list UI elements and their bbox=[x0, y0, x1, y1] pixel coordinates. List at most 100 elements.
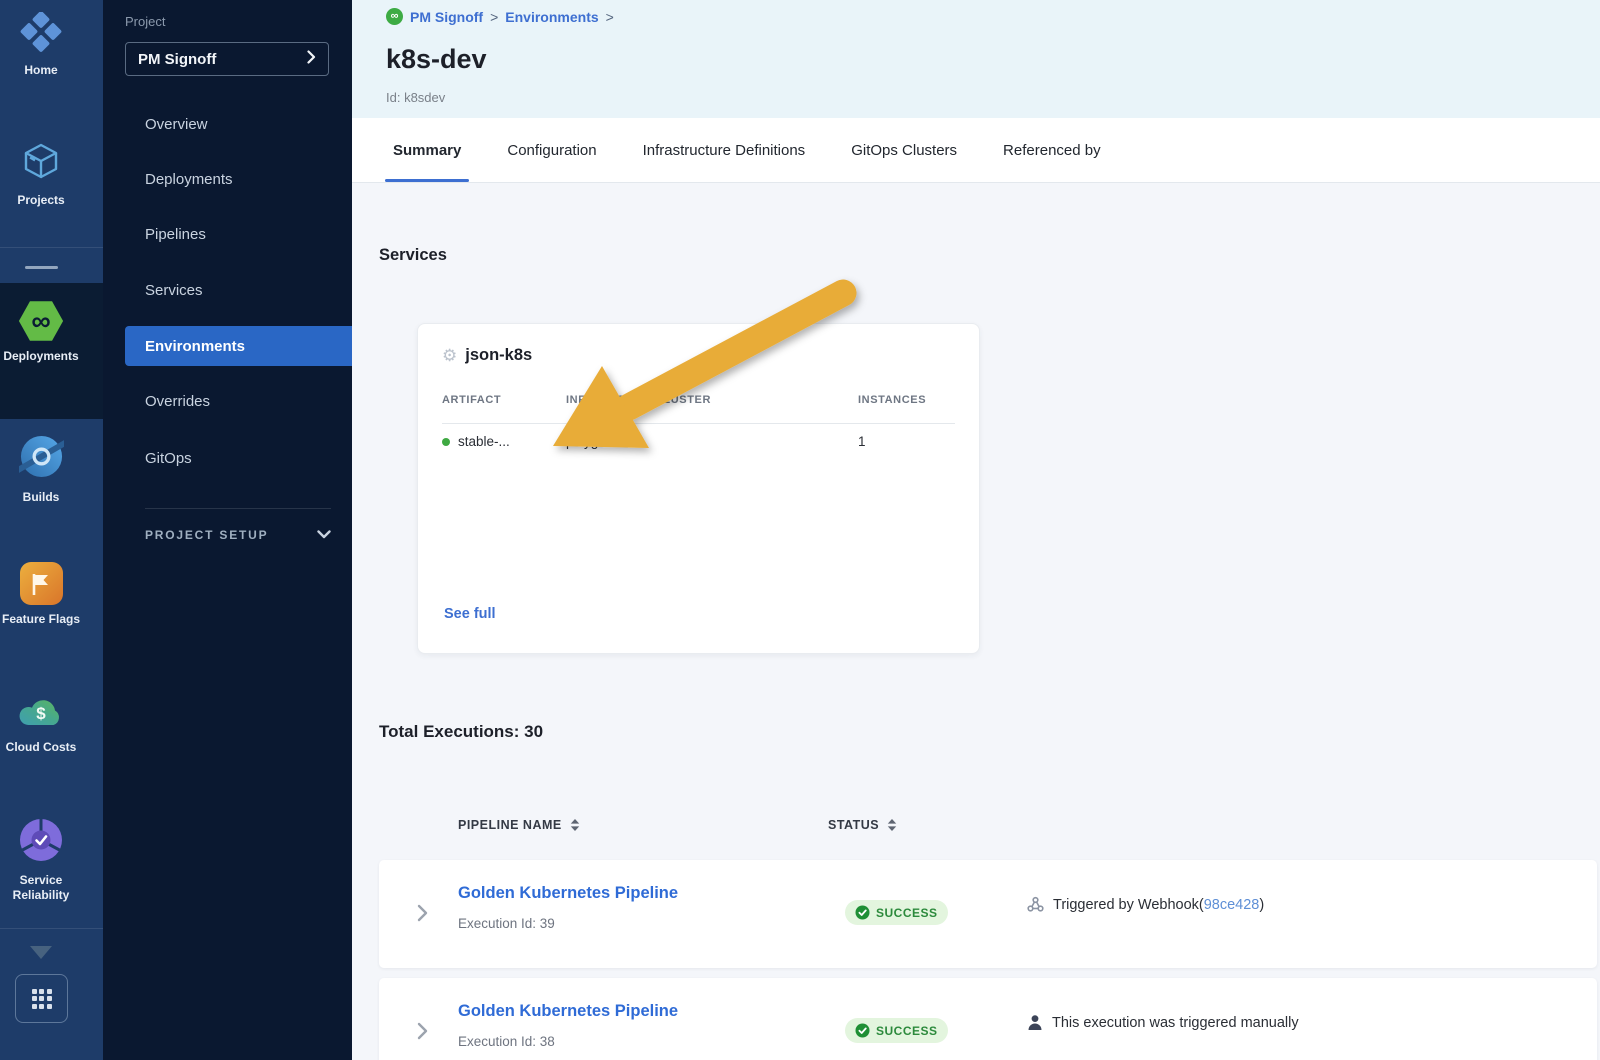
column-artifact: ARTIFACT bbox=[442, 394, 566, 406]
module-rail: Home Projects ∞ Deployments bbox=[0, 0, 103, 1060]
project-setup-toggle[interactable]: PROJECT SETUP bbox=[145, 528, 331, 542]
page-header: ∞ PM Signoff > Environments > k8s-dev Id… bbox=[352, 0, 1600, 118]
project-label: Project bbox=[125, 14, 165, 29]
column-cluster: INFRA/GITOPS CLUSTER bbox=[566, 394, 858, 406]
rail-item-home[interactable]: Home bbox=[0, 12, 82, 78]
trigger-id-link[interactable]: 98ce428 bbox=[1204, 897, 1260, 913]
nav-item-deployments[interactable]: Deployments bbox=[103, 159, 352, 199]
artifact-value: stable-... bbox=[458, 434, 510, 449]
column-instances: INSTANCES bbox=[858, 394, 955, 406]
rail-item-projects[interactable]: Projects bbox=[0, 140, 82, 208]
cluster-value: playground bbox=[566, 434, 858, 449]
tab-summary[interactable]: Summary bbox=[385, 118, 469, 182]
breadcrumb-project[interactable]: PM Signoff bbox=[410, 9, 483, 25]
status-badge: SUCCESS bbox=[845, 900, 948, 925]
ci-icon bbox=[19, 434, 64, 483]
pipeline-name-link[interactable]: Golden Kubernetes Pipeline bbox=[458, 1002, 678, 1021]
person-icon bbox=[1027, 1014, 1043, 1031]
status-badge: SUCCESS bbox=[845, 1018, 948, 1043]
rail-label: Cloud Costs bbox=[6, 740, 77, 755]
nav-item-overview[interactable]: Overview bbox=[103, 104, 352, 144]
breadcrumb: ∞ PM Signoff > Environments > bbox=[386, 8, 614, 25]
services-heading: Services bbox=[379, 246, 447, 265]
tab-configuration[interactable]: Configuration bbox=[499, 118, 604, 182]
nav-item-services[interactable]: Services bbox=[103, 270, 352, 310]
rail-item-service-reliability[interactable]: Service Reliability bbox=[0, 818, 82, 903]
expand-chevron-icon[interactable] bbox=[417, 904, 428, 927]
webhook-icon bbox=[1027, 896, 1044, 913]
trigger-text: Triggered by Webhook(98ce428) bbox=[1053, 897, 1264, 913]
status-text: SUCCESS bbox=[876, 1024, 938, 1038]
rail-collapse-handle[interactable] bbox=[25, 266, 58, 269]
chevron-down-icon[interactable] bbox=[30, 946, 52, 959]
breadcrumb-separator: > bbox=[606, 9, 614, 25]
status-dot-icon bbox=[442, 438, 450, 446]
nav-divider bbox=[145, 508, 331, 509]
breadcrumb-separator: > bbox=[490, 9, 498, 25]
cloud-costs-icon: $ bbox=[17, 692, 65, 733]
rail-label: Deployments bbox=[3, 349, 78, 364]
gear-icon: ⚙ bbox=[442, 347, 457, 364]
column-status[interactable]: STATUS bbox=[828, 818, 897, 832]
chevron-down-icon bbox=[317, 528, 331, 542]
rail-item-cloud-costs[interactable]: $ Cloud Costs bbox=[0, 692, 82, 755]
card-divider bbox=[442, 423, 955, 424]
column-label: PIPELINE NAME bbox=[458, 818, 562, 832]
service-card: ⚙ json-k8s ARTIFACT INFRA/GITOPS CLUSTER… bbox=[417, 323, 980, 654]
trigger-text: This execution was triggered manually bbox=[1052, 1015, 1299, 1031]
project-name: PM Signoff bbox=[138, 51, 216, 68]
pipeline-name-link[interactable]: Golden Kubernetes Pipeline bbox=[458, 884, 678, 903]
rail-label: Builds bbox=[23, 490, 60, 505]
status-text: SUCCESS bbox=[876, 906, 938, 920]
rail-divider bbox=[0, 928, 103, 929]
tab-bar: Summary Configuration Infrastructure Def… bbox=[352, 118, 1600, 183]
cd-hexagon-icon: ∞ bbox=[18, 300, 64, 342]
feature-flags-icon bbox=[20, 562, 63, 605]
service-card-columns: ARTIFACT INFRA/GITOPS CLUSTER INSTANCES bbox=[442, 394, 955, 406]
execution-row: Golden Kubernetes Pipeline Execution Id:… bbox=[379, 978, 1597, 1060]
execution-id: Execution Id: 38 bbox=[458, 1034, 555, 1049]
rail-item-deployments[interactable]: ∞ Deployments bbox=[0, 300, 82, 364]
rail-item-feature-flags[interactable]: Feature Flags bbox=[0, 562, 82, 627]
service-card-header: ⚙ json-k8s bbox=[442, 346, 532, 365]
artifact-cell: stable-... bbox=[442, 434, 566, 449]
rail-label: Service Reliability bbox=[0, 873, 82, 903]
home-icon bbox=[20, 12, 62, 56]
tab-gitops-clusters[interactable]: GitOps Clusters bbox=[843, 118, 965, 182]
nav-item-gitops[interactable]: GitOps bbox=[103, 438, 352, 478]
execution-row: Golden Kubernetes Pipeline Execution Id:… bbox=[379, 860, 1597, 968]
service-name: json-k8s bbox=[465, 346, 532, 365]
check-circle-icon bbox=[855, 905, 870, 920]
see-full-link[interactable]: See full bbox=[444, 606, 496, 622]
project-setup-label: PROJECT SETUP bbox=[145, 528, 268, 542]
rail-item-builds[interactable]: Builds bbox=[0, 434, 82, 505]
rail-label: Home bbox=[24, 63, 57, 78]
expand-chevron-icon[interactable] bbox=[417, 1022, 428, 1045]
column-label: STATUS bbox=[828, 818, 879, 832]
trigger-info: This execution was triggered manually bbox=[1027, 1014, 1299, 1031]
nav-item-pipelines[interactable]: Pipelines bbox=[103, 214, 352, 254]
tab-infrastructure-definitions[interactable]: Infrastructure Definitions bbox=[635, 118, 814, 182]
module-grid-button[interactable] bbox=[15, 974, 68, 1023]
nav-item-environments[interactable]: Environments bbox=[125, 326, 352, 366]
rail-label: Feature Flags bbox=[2, 612, 80, 627]
instances-value: 1 bbox=[858, 434, 955, 449]
column-pipeline-name[interactable]: PIPELINE NAME bbox=[458, 818, 580, 832]
project-nav-panel: Project PM Signoff Overview Deployments … bbox=[103, 0, 352, 1060]
service-reliability-icon bbox=[19, 818, 63, 866]
cd-module-icon: ∞ bbox=[386, 8, 403, 25]
breadcrumb-environments[interactable]: Environments bbox=[505, 9, 598, 25]
total-executions-label: Total Executions: 30 bbox=[379, 722, 543, 742]
grid-icon bbox=[32, 989, 52, 1009]
tab-referenced-by[interactable]: Referenced by bbox=[995, 118, 1109, 182]
sort-icon bbox=[570, 818, 580, 832]
project-selector[interactable]: PM Signoff bbox=[125, 42, 329, 76]
chevron-right-icon bbox=[307, 50, 316, 68]
rail-label: Projects bbox=[17, 193, 64, 208]
execution-id: Execution Id: 39 bbox=[458, 916, 555, 931]
trigger-info: Triggered by Webhook(98ce428) bbox=[1027, 896, 1264, 913]
rail-divider bbox=[0, 247, 103, 248]
entity-id: Id: k8sdev bbox=[386, 90, 445, 105]
nav-item-overrides[interactable]: Overrides bbox=[103, 381, 352, 421]
check-circle-icon bbox=[855, 1023, 870, 1038]
